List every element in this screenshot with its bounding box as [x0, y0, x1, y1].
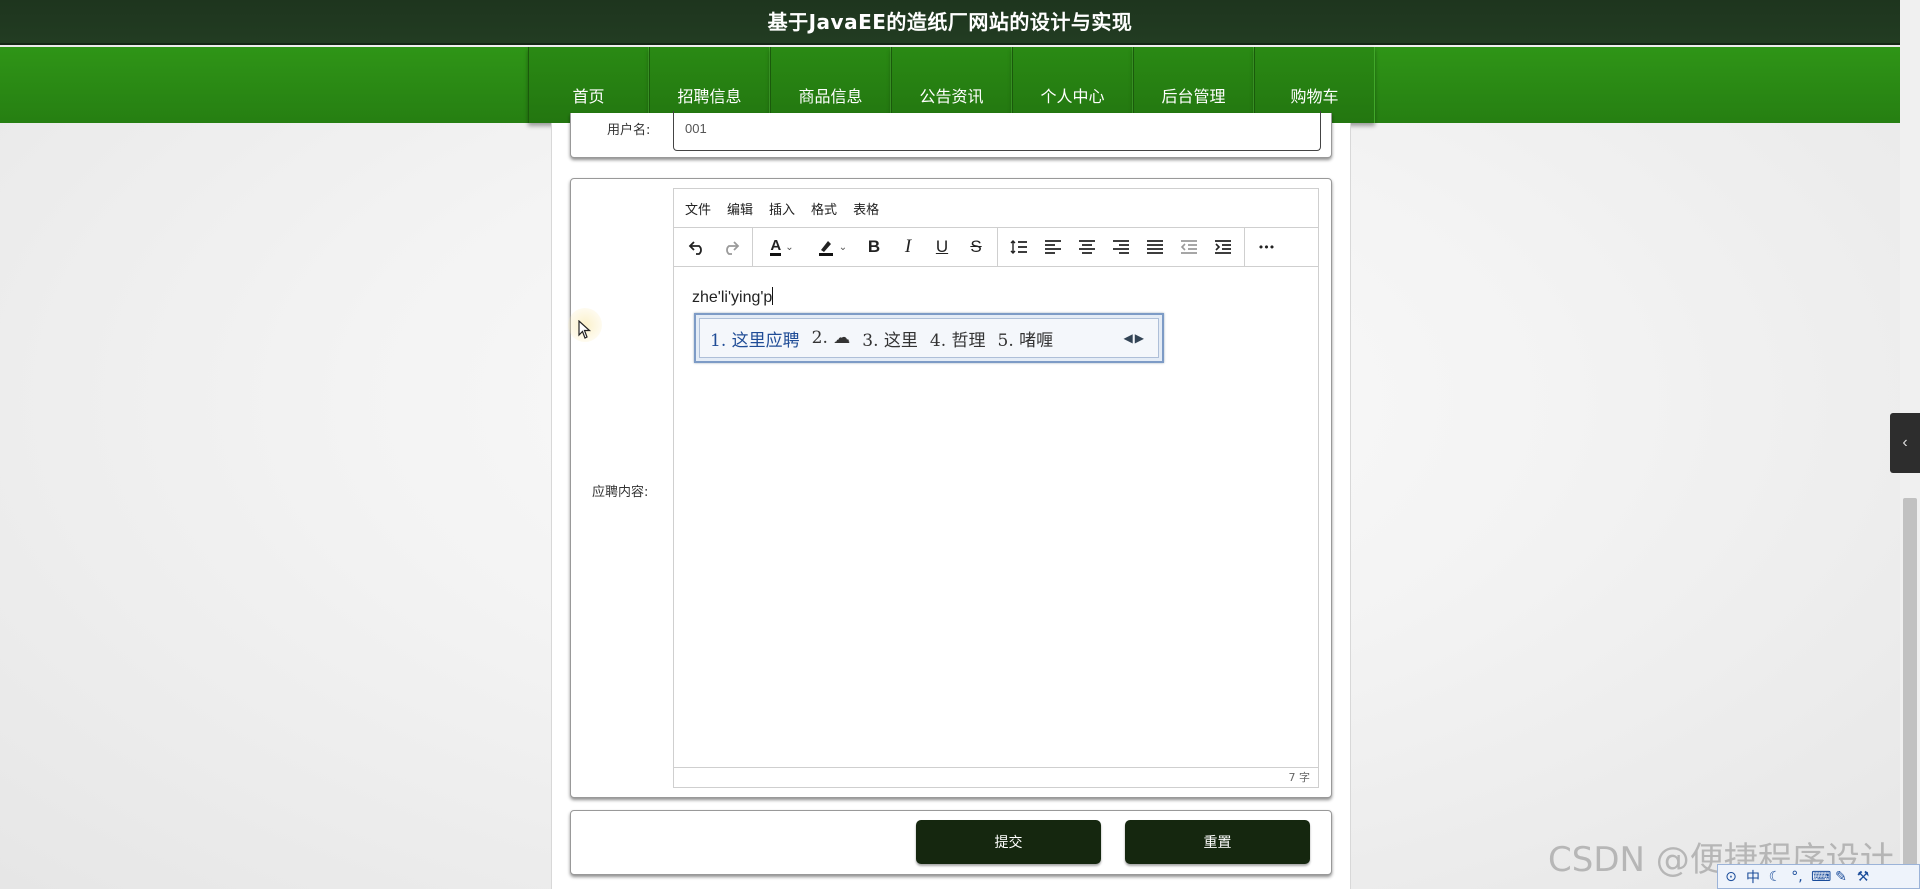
outdent-icon[interactable]	[1172, 232, 1206, 262]
more-icon[interactable]: •••	[1249, 232, 1283, 262]
nav-item-home[interactable]: 首页	[528, 47, 649, 123]
ime-candidate-3[interactable]: 3. 这里	[862, 326, 918, 351]
font-color-icon: A	[770, 236, 782, 256]
rich-text-editor: 文件 编辑 插入 格式 表格 A ⌄ ⌄ B I U S ••• zhe'li'…	[673, 188, 1319, 788]
highlighter-icon	[818, 241, 833, 256]
moon-icon[interactable]: ☾	[1767, 869, 1783, 885]
reset-button[interactable]: 重置	[1125, 820, 1310, 864]
align-center-icon[interactable]	[1070, 232, 1104, 262]
menu-edit[interactable]: 编辑	[727, 199, 753, 218]
chevron-down-icon: ⌄	[838, 241, 848, 253]
ime-status-bar: ⊙ 中 ☾ °, ⌨ ✎ ⚒	[1717, 864, 1920, 889]
indent-icon[interactable]	[1206, 232, 1240, 262]
ime-logo-icon[interactable]: ⊙	[1723, 869, 1739, 885]
settings-icon[interactable]: ✎	[1833, 869, 1849, 885]
strikethrough-button[interactable]: S	[959, 232, 993, 262]
username-input[interactable]: 001	[673, 111, 1321, 151]
menu-format[interactable]: 格式	[811, 199, 837, 218]
text-cursor	[772, 287, 774, 305]
undo-icon[interactable]	[680, 232, 714, 262]
redo-icon[interactable]	[714, 232, 748, 262]
button-row: 提交 重置	[570, 810, 1332, 875]
punctuation-icon[interactable]: °,	[1789, 869, 1805, 885]
keyboard-icon[interactable]: ⌨	[1811, 869, 1831, 885]
ime-candidate-5[interactable]: 5. 啫喱	[998, 326, 1054, 351]
underline-button[interactable]: U	[925, 232, 959, 262]
chevron-down-icon: ⌄	[785, 241, 794, 253]
align-justify-icon[interactable]	[1138, 232, 1172, 262]
editor-menubar: 文件 编辑 插入 格式 表格	[674, 189, 1318, 228]
mouse-pointer-icon	[578, 319, 592, 345]
chevron-left-icon: ‹	[1902, 434, 1908, 451]
bold-button[interactable]: B	[857, 232, 891, 262]
ime-page-arrows-icon[interactable]: ◀▶	[1124, 331, 1146, 345]
ime-mode-indicator[interactable]: 中	[1745, 867, 1761, 887]
menu-insert[interactable]: 插入	[769, 199, 795, 218]
site-title: 基于JavaEE的造纸厂网站的设计与实现	[767, 10, 1133, 34]
form-container: 用户名: 001 应聘内容: 文件 编辑 插入 格式 表格 A ⌄ ⌄ B I …	[551, 111, 1351, 889]
ime-candidate-4[interactable]: 4. 哲理	[930, 326, 986, 351]
italic-button[interactable]: I	[891, 232, 925, 262]
ime-candidate-1[interactable]: 1. 这里应聘	[710, 326, 800, 351]
submit-button[interactable]: 提交	[916, 820, 1101, 864]
ime-candidate-window: 1. 这里应聘 2. ☁ 3. 这里 4. 哲理 5. 啫喱 ◀▶	[694, 313, 1164, 363]
ime-candidate-2[interactable]: 2. ☁	[812, 328, 851, 348]
top-header: 基于JavaEE的造纸厂网站的设计与实现	[0, 0, 1900, 45]
menu-file[interactable]: 文件	[685, 199, 711, 218]
menu-table[interactable]: 表格	[853, 199, 879, 218]
page-scrollbar-thumb[interactable]	[1903, 498, 1917, 889]
editor-content-area[interactable]: zhe'li'ying'p 1. 这里应聘 2. ☁ 3. 这里 4. 哲理 5…	[674, 267, 1318, 767]
highlight-color-button[interactable]: ⌄	[807, 232, 857, 262]
tools-icon[interactable]: ⚒	[1855, 869, 1871, 885]
content-label: 应聘内容:	[592, 485, 649, 500]
editor-word-count: 7 字	[674, 767, 1318, 787]
editor-toolbar: A ⌄ ⌄ B I U S •••	[674, 227, 1318, 267]
font-color-button[interactable]: A ⌄	[757, 232, 807, 262]
username-label: 用户名:	[607, 123, 651, 138]
align-right-icon[interactable]	[1104, 232, 1138, 262]
align-left-icon[interactable]	[1036, 232, 1070, 262]
side-collapse-button[interactable]: ‹	[1890, 413, 1920, 473]
username-row: 用户名: 001	[570, 111, 1332, 158]
line-height-icon[interactable]	[1002, 232, 1036, 262]
content-row: 应聘内容: 文件 编辑 插入 格式 表格 A ⌄ ⌄ B I U S ••• z…	[570, 178, 1332, 798]
editor-text: zhe'li'ying'p	[692, 287, 774, 306]
